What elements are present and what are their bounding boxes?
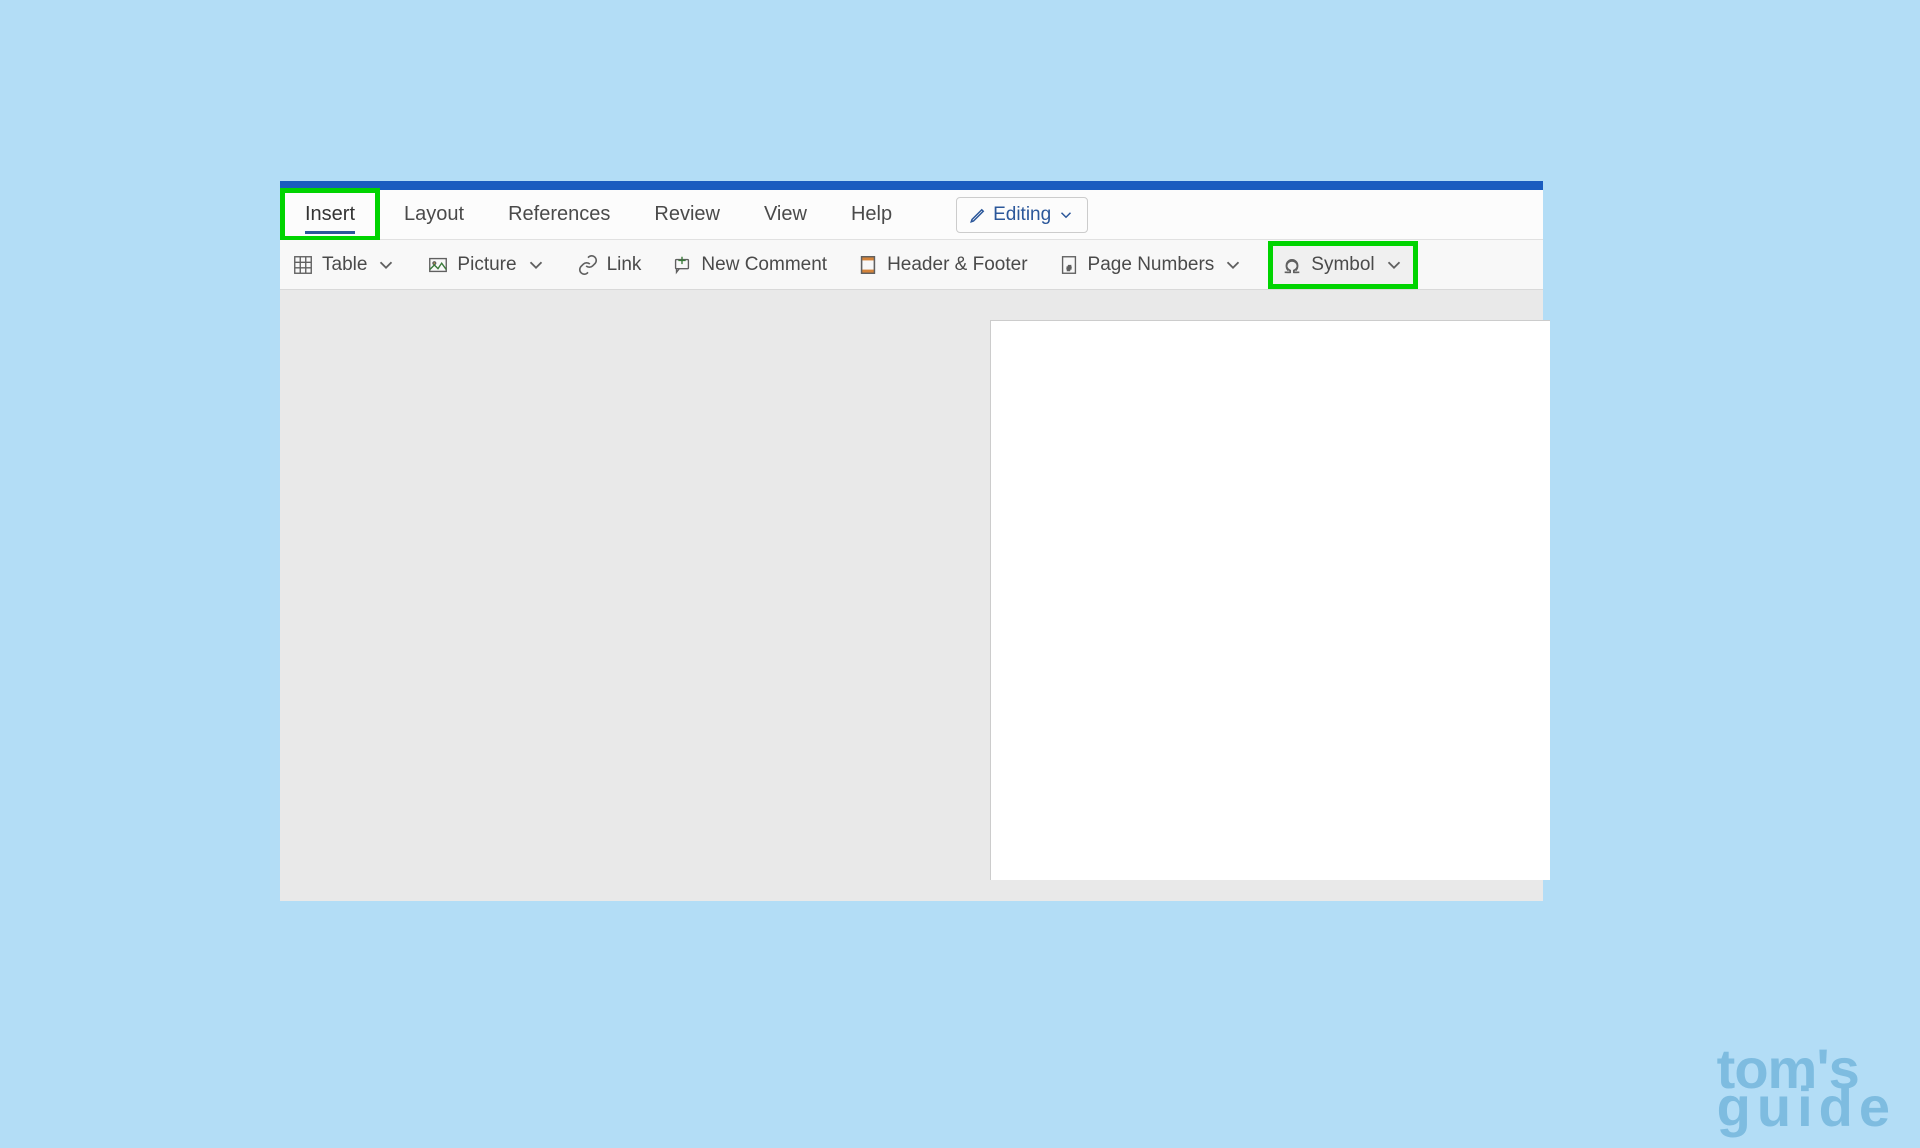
header-footer-label: Header & Footer — [887, 254, 1027, 276]
tab-view[interactable]: View — [744, 193, 827, 236]
header-footer-button[interactable]: Header & Footer — [851, 248, 1033, 282]
tab-help[interactable]: Help — [831, 193, 912, 236]
document-page[interactable] — [990, 320, 1550, 880]
svg-text:#: # — [1067, 263, 1072, 272]
insert-toolbar: Table Picture Link — [280, 240, 1543, 290]
link-button[interactable]: Link — [571, 248, 648, 282]
tab-references[interactable]: References — [488, 193, 630, 236]
tab-layout[interactable]: Layout — [384, 193, 484, 236]
app-window: Insert Layout References Review View Hel… — [280, 181, 1543, 901]
omega-icon — [1281, 254, 1303, 276]
document-canvas — [280, 290, 1543, 901]
highlight-symbol-button: Symbol — [1268, 241, 1417, 289]
table-button[interactable]: Table — [286, 248, 403, 282]
symbol-label: Symbol — [1311, 254, 1374, 276]
pencil-icon — [969, 206, 987, 224]
header-footer-icon — [857, 254, 879, 276]
chevron-down-icon — [1383, 254, 1405, 276]
page-numbers-button[interactable]: # Page Numbers — [1052, 248, 1251, 282]
link-icon — [577, 254, 599, 276]
watermark-line2: guide — [1717, 1075, 1896, 1138]
page-numbers-icon: # — [1058, 254, 1080, 276]
tab-insert[interactable]: Insert — [285, 193, 375, 236]
picture-label: Picture — [457, 254, 516, 276]
editing-mode-button[interactable]: Editing — [956, 197, 1088, 233]
page-numbers-label: Page Numbers — [1088, 254, 1215, 276]
symbol-button[interactable]: Symbol — [1281, 254, 1404, 276]
table-label: Table — [322, 254, 367, 276]
chevron-down-icon — [375, 254, 397, 276]
picture-icon — [427, 254, 449, 276]
editing-label: Editing — [993, 204, 1051, 226]
ribbon-tabs: Insert Layout References Review View Hel… — [280, 190, 1543, 240]
new-comment-label: New Comment — [701, 254, 827, 276]
picture-button[interactable]: Picture — [421, 248, 552, 282]
chevron-down-icon — [525, 254, 547, 276]
highlight-insert-tab: Insert — [280, 188, 380, 241]
chevron-down-icon — [1222, 254, 1244, 276]
table-icon — [292, 254, 314, 276]
comment-icon — [671, 254, 693, 276]
link-label: Link — [607, 254, 642, 276]
new-comment-button[interactable]: New Comment — [665, 248, 833, 282]
title-bar — [280, 181, 1543, 190]
watermark-logo: tom's guide — [1717, 1046, 1896, 1130]
tab-review[interactable]: Review — [634, 193, 740, 236]
chevron-down-icon — [1057, 206, 1075, 224]
